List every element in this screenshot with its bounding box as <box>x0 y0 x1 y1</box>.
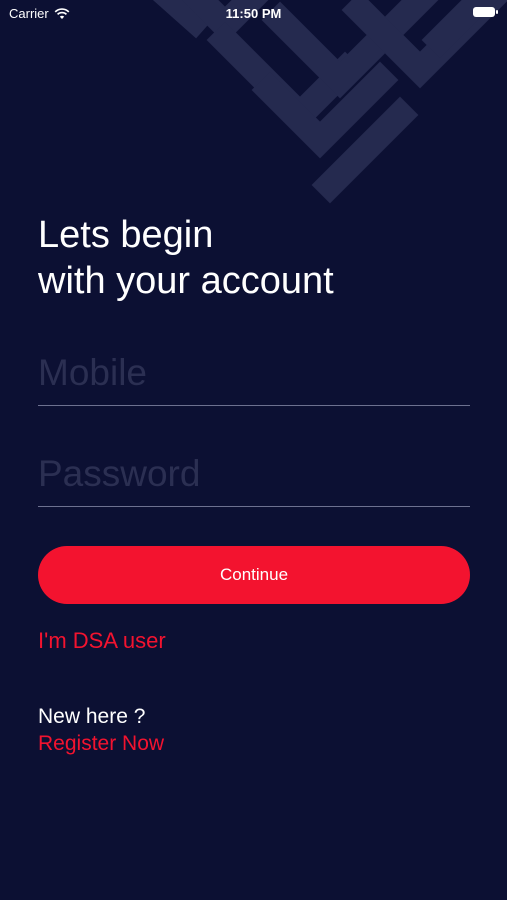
battery-icon <box>473 7 498 17</box>
mobile-field <box>38 345 470 406</box>
heading-line-1: Lets begin <box>38 214 214 256</box>
status-time: 11:50 PM <box>225 6 282 21</box>
page-heading: Lets begin with your account <box>38 212 334 304</box>
password-input[interactable] <box>38 446 470 502</box>
new-here-label: New here ? <box>38 705 146 728</box>
continue-button[interactable]: Continue <box>38 546 470 604</box>
heading-line-2: with your account <box>38 260 334 302</box>
mobile-input[interactable] <box>38 345 470 401</box>
login-screen: Carrier 11:50 PM Lets begin with your ac… <box>0 0 507 900</box>
register-now-link[interactable]: Register Now <box>38 732 164 756</box>
dsa-user-link[interactable]: I'm DSA user <box>38 628 166 654</box>
password-field <box>38 446 470 507</box>
background-pattern-decoration <box>152 0 507 204</box>
status-bar: Carrier 11:50 PM <box>0 0 507 28</box>
